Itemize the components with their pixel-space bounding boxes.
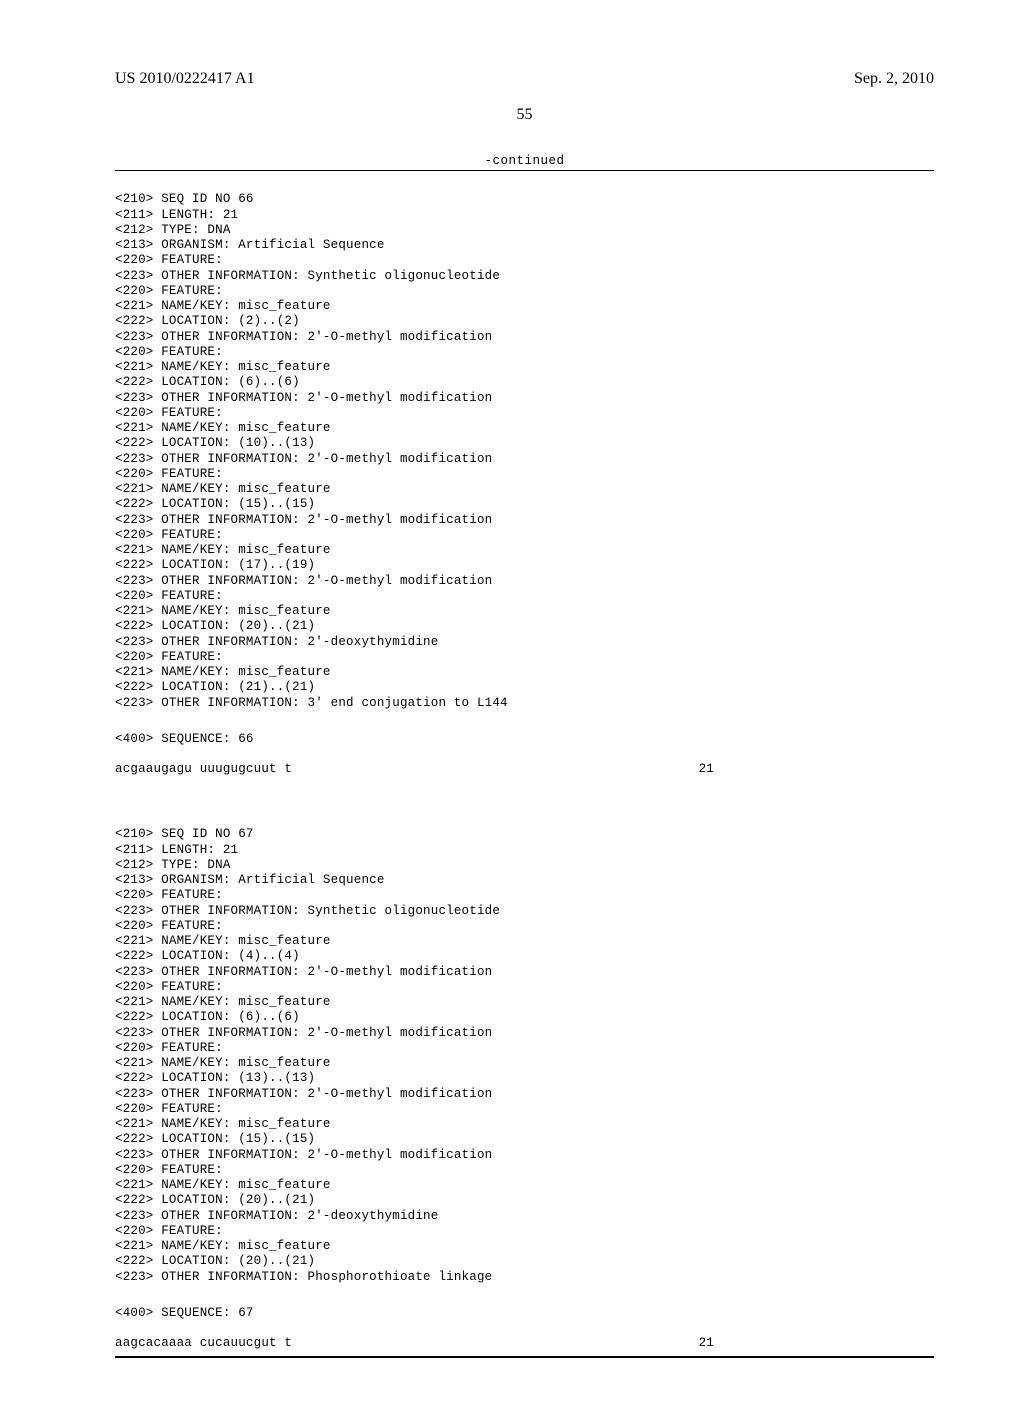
- seq66-length: 21: [699, 762, 714, 776]
- seq67-l23: <220> FEATURE:: [115, 1163, 223, 1177]
- seq66-l6: <223> OTHER INFORMATION: Synthetic oligo…: [115, 269, 500, 283]
- seq66-l25: <222> LOCATION: (17)..(19): [115, 558, 315, 572]
- seq67-l27: <220> FEATURE:: [115, 1224, 223, 1238]
- seq67-l12: <221> NAME/KEY: misc_feature: [115, 995, 331, 1009]
- seq66-l9: <222> LOCATION: (2)..(2): [115, 314, 300, 328]
- seq66-l27: <220> FEATURE:: [115, 589, 223, 603]
- seq66-l31: <220> FEATURE:: [115, 650, 223, 664]
- seq66-l34: <223> OTHER INFORMATION: 3' end conjugat…: [115, 696, 508, 710]
- seq66-l15: <220> FEATURE:: [115, 406, 223, 420]
- page-header: US 2010/0222417 A1 Sep. 2, 2010: [115, 70, 934, 88]
- seq66-sequence: acgaaugagu uuugugcuut t: [115, 762, 292, 776]
- seq66-l32: <221> NAME/KEY: misc_feature: [115, 665, 331, 679]
- seq66-l30: <223> OTHER INFORMATION: 2'-deoxythymidi…: [115, 635, 438, 649]
- seq67-sequence: aagcacaaaa cucauucgut t: [115, 1336, 292, 1350]
- seq66-l12: <221> NAME/KEY: misc_feature: [115, 360, 331, 374]
- seq67-l15: <220> FEATURE:: [115, 1041, 223, 1055]
- seq67-l5: <220> FEATURE:: [115, 888, 223, 902]
- seq67-l1: <210> SEQ ID NO 67: [115, 827, 254, 841]
- seq67-l2: <211> LENGTH: 21: [115, 843, 238, 857]
- seq67-l11: <220> FEATURE:: [115, 980, 223, 994]
- seq67-l26: <223> OTHER INFORMATION: 2'-deoxythymidi…: [115, 1209, 438, 1223]
- seq66-l13: <222> LOCATION: (6)..(6): [115, 375, 300, 389]
- seq67-l9: <222> LOCATION: (4)..(4): [115, 949, 300, 963]
- seq67-length: 21: [699, 1336, 714, 1350]
- seq66-l18: <223> OTHER INFORMATION: 2'-O-methyl mod…: [115, 452, 492, 466]
- seq66-l33: <222> LOCATION: (21)..(21): [115, 680, 315, 694]
- seq67-l8: <221> NAME/KEY: misc_feature: [115, 934, 331, 948]
- seq66-l16: <221> NAME/KEY: misc_feature: [115, 421, 331, 435]
- seq67-l10: <223> OTHER INFORMATION: 2'-O-methyl mod…: [115, 965, 492, 979]
- seq67-l18: <223> OTHER INFORMATION: 2'-O-methyl mod…: [115, 1087, 492, 1101]
- page-number: 55: [115, 106, 934, 124]
- seq67-l24: <221> NAME/KEY: misc_feature: [115, 1178, 331, 1192]
- seq67-l29: <222> LOCATION: (20)..(21): [115, 1254, 315, 1268]
- seq66-l10: <223> OTHER INFORMATION: 2'-O-methyl mod…: [115, 330, 492, 344]
- seq66-l24: <221> NAME/KEY: misc_feature: [115, 543, 331, 557]
- seq66-l2: <211> LENGTH: 21: [115, 208, 238, 222]
- seq67-l3: <212> TYPE: DNA: [115, 858, 231, 872]
- seq66-l17: <222> LOCATION: (10)..(13): [115, 436, 315, 450]
- seq67-l17: <222> LOCATION: (13)..(13): [115, 1071, 315, 1085]
- bottom-rule: [115, 1356, 934, 1358]
- seq66-l1: <210> SEQ ID NO 66: [115, 192, 254, 206]
- publication-number: US 2010/0222417 A1: [115, 70, 255, 88]
- seq66-l35: <400> SEQUENCE: 66: [115, 732, 254, 746]
- sequence-listing: <210> SEQ ID NO 66 <211> LENGTH: 21 <212…: [115, 177, 934, 711]
- sequence-listing-67: <210> SEQ ID NO 67 <211> LENGTH: 21 <212…: [115, 812, 934, 1285]
- seq66-l14: <223> OTHER INFORMATION: 2'-O-methyl mod…: [115, 391, 492, 405]
- seq66-sequence-row: acgaaugagu uuugugcuut t 21: [115, 762, 934, 776]
- seq67-l16: <221> NAME/KEY: misc_feature: [115, 1056, 331, 1070]
- seq66-l7: <220> FEATURE:: [115, 284, 223, 298]
- seq67-l25: <222> LOCATION: (20)..(21): [115, 1193, 315, 1207]
- seq67-l7: <220> FEATURE:: [115, 919, 223, 933]
- seq67-marker: <400> SEQUENCE: 67: [115, 1306, 934, 1321]
- seq66-l20: <221> NAME/KEY: misc_feature: [115, 482, 331, 496]
- seq66-l21: <222> LOCATION: (15)..(15): [115, 497, 315, 511]
- seq67-l28: <221> NAME/KEY: misc_feature: [115, 1239, 331, 1253]
- seq66-l22: <223> OTHER INFORMATION: 2'-O-methyl mod…: [115, 513, 492, 527]
- continued-label: -continued: [115, 154, 934, 168]
- top-rule: [115, 170, 934, 171]
- page-container: US 2010/0222417 A1 Sep. 2, 2010 55 -cont…: [0, 0, 1024, 1406]
- seq66-l5: <220> FEATURE:: [115, 253, 223, 267]
- seq66-l26: <223> OTHER INFORMATION: 2'-O-methyl mod…: [115, 574, 492, 588]
- seq67-l20: <221> NAME/KEY: misc_feature: [115, 1117, 331, 1131]
- seq67-l21: <222> LOCATION: (15)..(15): [115, 1132, 315, 1146]
- seq66-l19: <220> FEATURE:: [115, 467, 223, 481]
- seq66-l3: <212> TYPE: DNA: [115, 223, 231, 237]
- seq67-l31: <400> SEQUENCE: 67: [115, 1306, 254, 1320]
- seq67-sequence-row: aagcacaaaa cucauucgut t 21: [115, 1336, 934, 1350]
- seq67-l13: <222> LOCATION: (6)..(6): [115, 1010, 300, 1024]
- seq66-l29: <222> LOCATION: (20)..(21): [115, 619, 315, 633]
- seq66-l11: <220> FEATURE:: [115, 345, 223, 359]
- publication-date: Sep. 2, 2010: [854, 70, 934, 88]
- seq67-l22: <223> OTHER INFORMATION: 2'-O-methyl mod…: [115, 1148, 492, 1162]
- seq66-l4: <213> ORGANISM: Artificial Sequence: [115, 238, 385, 252]
- seq67-l19: <220> FEATURE:: [115, 1102, 223, 1116]
- seq67-l4: <213> ORGANISM: Artificial Sequence: [115, 873, 385, 887]
- seq66-l28: <221> NAME/KEY: misc_feature: [115, 604, 331, 618]
- seq66-marker: <400> SEQUENCE: 66: [115, 732, 934, 747]
- seq67-l6: <223> OTHER INFORMATION: Synthetic oligo…: [115, 904, 500, 918]
- seq67-l14: <223> OTHER INFORMATION: 2'-O-methyl mod…: [115, 1026, 492, 1040]
- seq67-l30: <223> OTHER INFORMATION: Phosphorothioat…: [115, 1270, 492, 1284]
- seq66-l23: <220> FEATURE:: [115, 528, 223, 542]
- seq66-l8: <221> NAME/KEY: misc_feature: [115, 299, 331, 313]
